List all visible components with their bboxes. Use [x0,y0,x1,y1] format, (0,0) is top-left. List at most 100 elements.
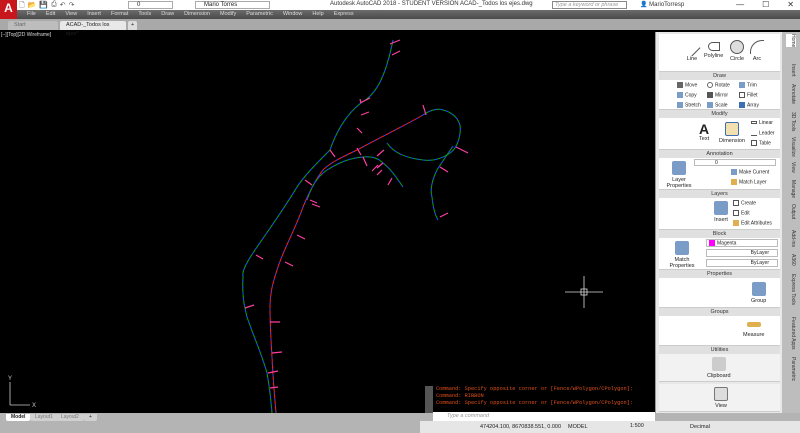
maximize-button[interactable]: ☐ [762,0,769,9]
clipboard-panel[interactable]: Clipboard [659,354,780,382]
ribbon-tab-output[interactable]: Output [786,204,796,219]
application-menu-button[interactable]: A [0,0,17,19]
new-tab-button[interactable]: + [128,21,138,30]
menu-express[interactable]: Express [329,10,359,19]
ribbon-tab-3d-tools[interactable]: 3D Tools [786,112,796,131]
groups-panel-label[interactable]: Groups [659,308,780,316]
clipboard-tool[interactable]: Clipboard [707,357,731,379]
array-tool[interactable]: Array [739,102,759,108]
menu-file[interactable]: File [22,10,41,19]
menu-edit[interactable]: Edit [41,10,60,19]
ribbon-tab-a360[interactable]: A360 [786,254,796,266]
linetype-dropdown[interactable]: ByLayer [706,249,778,257]
search-input[interactable]: Type a keyword or phrase [552,1,627,9]
ribbon-tab-view[interactable]: View [786,162,796,173]
view-panel[interactable]: View [659,384,780,412]
layer-dropdown[interactable]: 0 [128,1,173,9]
coordinate-readout: 474204.100, 8670838.551, 0.000 [480,424,562,430]
redo-icon[interactable]: ↷ [69,1,75,9]
ribbon-tab-manage[interactable]: Manage [786,180,796,198]
scale-tool[interactable]: Scale [707,102,728,108]
layout-tab-model[interactable]: Model [6,414,31,421]
annotation-scale[interactable]: 1:500 [630,423,644,429]
layers-panel-label[interactable]: Layers [659,190,780,198]
properties-panel-label[interactable]: Properties [659,270,780,278]
annotation-panel-label[interactable]: Annotation [659,150,780,158]
match-layer-tool[interactable]: Match Layer [731,179,767,185]
utilities-panel-label[interactable]: Utilities [659,346,780,354]
plot-icon[interactable]: ⎙ [51,1,57,9]
menu-parametric[interactable]: Parametric [241,10,278,19]
menu-modify[interactable]: Modify [215,10,241,19]
menu-draw[interactable]: Draw [156,10,179,19]
mirror-tool[interactable]: Mirror [707,92,728,98]
linear-tool[interactable]: Linear [751,120,773,126]
ribbon-tab-insert[interactable]: Insert [786,64,796,77]
create-block-tool[interactable]: Create [733,200,756,206]
ribbon-tab-add-ins[interactable]: Add-ins [786,230,796,247]
drawing-canvas[interactable]: Y X [0,30,655,413]
leader-tool[interactable]: Leader [751,130,775,136]
workspace-dropdown[interactable]: Mario Torres [195,1,270,9]
insert-tool[interactable]: Insert [714,201,728,223]
menu-view[interactable]: View [60,10,82,19]
user-account[interactable]: 👤 MarioTorresp [640,1,684,8]
ribbon-tab-annotate[interactable]: Annotate [786,84,796,104]
layer-properties-tool[interactable]: Layer Properties [663,161,695,189]
ribbon-tab-featured-apps[interactable]: Featured Apps [786,317,796,350]
menu-dimension[interactable]: Dimension [179,10,215,19]
text-tool[interactable]: A Text [699,122,709,142]
undo-icon[interactable]: ↶ [60,1,66,9]
add-layout-button[interactable]: + [84,414,97,421]
menu-tools[interactable]: Tools [133,10,156,19]
rotate-tool[interactable]: Rotate [707,82,730,88]
table-tool[interactable]: Table [751,140,771,146]
match-properties-tool[interactable]: Match Properties [669,241,695,269]
new-icon[interactable]: 🗋 [19,1,25,9]
edit-attributes-tool[interactable]: Edit Attributes [733,220,772,226]
fillet-tool[interactable]: Fillet [739,92,758,98]
minimize-button[interactable]: — [736,0,744,9]
modify-panel-label[interactable]: Modify [659,110,780,118]
copy-tool[interactable]: Copy [677,92,697,98]
command-input[interactable]: Type a command [433,412,655,421]
edit-block-tool[interactable]: Edit [733,210,750,216]
block-panel-label[interactable]: Block [659,230,780,238]
circle-tool[interactable]: Circle [730,40,744,62]
ribbon-tab-home[interactable]: Home [786,34,796,48]
close-button[interactable]: ✕ [787,0,794,9]
ribbon-tab-express-tools[interactable]: Express Tools [786,274,796,305]
color-dropdown[interactable]: Magenta [706,239,778,247]
trim-tool[interactable]: Trim [739,82,757,88]
dimension-tool[interactable]: Dimension [719,122,745,144]
ribbon-tab-visualize[interactable]: Visualize [786,137,796,157]
layout-tab-layout2[interactable]: Layout2 [56,414,84,421]
menu-insert[interactable]: Insert [82,10,106,19]
lineweight-dropdown[interactable]: ByLayer [706,259,778,267]
edit-block-icon [733,210,739,216]
stretch-tool[interactable]: Stretch [677,102,701,108]
draw-panel-label[interactable]: Draw [659,72,780,80]
open-icon[interactable]: 📂 [28,1,37,9]
view-tool[interactable]: View [714,387,728,409]
tab-start[interactable]: Start [8,21,58,30]
ucs-y-label: Y [8,376,12,382]
measure-tool[interactable]: Measure [743,322,764,338]
polyline-tool[interactable]: Polyline [704,42,723,59]
menu-format[interactable]: Format [106,10,133,19]
save-icon[interactable]: 💾 [39,1,48,9]
tab-drawing[interactable]: ACAD-_Todos los ejes* [60,21,126,37]
menu-window[interactable]: Window [278,10,308,19]
group-tool[interactable]: Group [751,282,766,304]
layer-selector[interactable]: 0 [694,159,776,166]
arc-tool[interactable]: Arc [750,40,764,62]
menu-help[interactable]: Help [307,10,328,19]
units-dropdown[interactable]: Decimal [690,424,710,430]
line-tool[interactable]: Line [683,39,701,62]
layout-tab-layout1[interactable]: Layout1 [30,414,58,421]
ribbon-tab-parametric[interactable]: Parametric [786,357,796,381]
model-space-button[interactable]: MODEL [568,424,588,430]
move-tool[interactable]: Move [677,82,697,88]
make-current-tool[interactable]: Make Current [731,169,769,175]
station-ticks [244,39,469,389]
